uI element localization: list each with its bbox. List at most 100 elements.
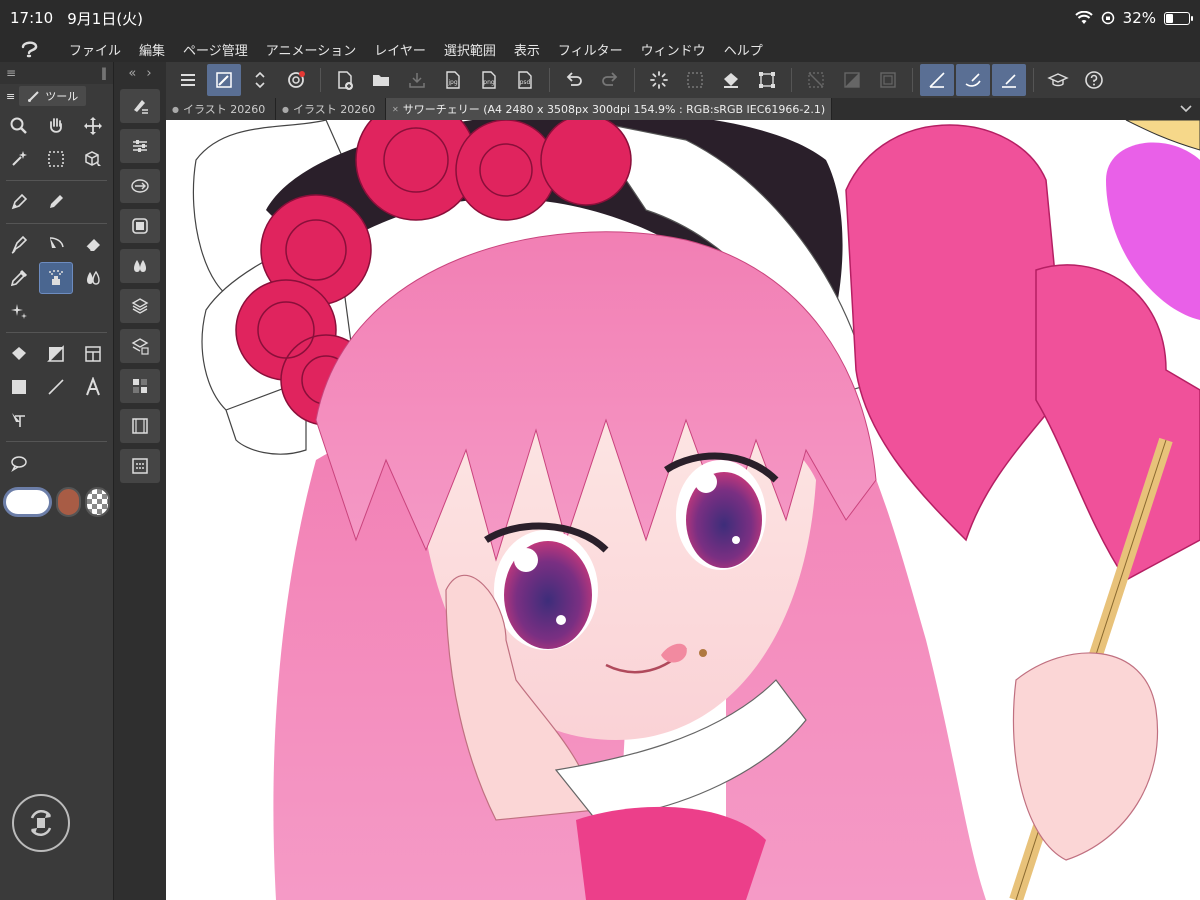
undo-icon[interactable] [557,64,591,96]
new-file-icon[interactable] [328,64,362,96]
hand-tool-icon[interactable] [39,110,73,142]
clear-selection-icon[interactable] [678,64,712,96]
menu-layer[interactable]: レイヤー [365,40,435,59]
help-icon[interactable] [1077,64,1111,96]
gradient-tool-icon[interactable] [39,338,73,370]
redo-icon[interactable] [593,64,627,96]
tool-tab[interactable]: ツール [19,86,87,106]
blend-tool-icon[interactable] [76,262,110,294]
move-tool-icon[interactable] [76,110,110,142]
main-color-swatch[interactable] [3,487,53,517]
selection-tool-icon[interactable] [39,143,73,175]
special-ruler-snap-icon[interactable] [956,64,990,96]
zoom-tool-icon[interactable] [2,110,36,142]
menu-view[interactable]: 表示 [505,40,549,59]
menu-selection[interactable]: 選択範囲 [435,40,505,59]
deselect-icon[interactable] [799,64,833,96]
invert-selection-icon[interactable] [835,64,869,96]
text-tool-icon[interactable] [76,371,110,403]
line-tool-icon[interactable] [39,371,73,403]
chevron-right-icon[interactable]: › [146,66,151,81]
wifi-icon [1074,11,1093,24]
status-time: 17:10 [10,9,54,27]
material-icon[interactable] [120,449,160,483]
vector-tool-icon[interactable] [39,229,73,261]
decoration-tool-icon[interactable] [2,295,36,327]
color-circle-icon[interactable] [120,209,160,243]
empty-slot [39,404,73,436]
sync-button[interactable] [12,794,70,852]
magic-wand-icon[interactable] [2,143,36,175]
pen-tool-icon[interactable] [2,186,36,218]
export-png-icon[interactable]: png [472,64,506,96]
status-bar: 17:10 9月1日(火) 32% [0,0,1200,36]
operation-tool-icon[interactable] [2,404,36,436]
tool-property-icon[interactable] [120,129,160,163]
transparent-color-swatch[interactable] [85,487,110,517]
app-logo-icon[interactable] [0,40,60,58]
grid-snap-icon[interactable] [992,64,1026,96]
cmd-separator [791,68,792,92]
save-icon[interactable] [400,64,434,96]
export-jpg-icon[interactable]: jpg [436,64,470,96]
open-file-icon[interactable] [364,64,398,96]
transform-icon[interactable] [750,64,784,96]
brush-tool-icon[interactable] [2,229,36,261]
timeline-icon[interactable] [120,409,160,443]
menu-window[interactable]: ウィンドウ [632,40,715,59]
document-tab-2[interactable]: ● イラスト 20260 [276,98,386,120]
brush-size-icon[interactable] [120,169,160,203]
chevron-left-icon[interactable]: « [128,66,136,81]
menu-help[interactable]: ヘルプ [715,40,772,59]
loading-icon[interactable] [642,64,676,96]
fill-command-icon[interactable] [714,64,748,96]
document-tab-1[interactable]: ● イラスト 20260 [166,98,276,120]
status-date: 9月1日(火) [67,9,144,28]
empty-slot [76,186,110,218]
orientation-lock-icon [1101,11,1114,25]
eyedropper-tool-icon[interactable] [2,262,36,294]
tutorial-icon[interactable] [1041,64,1075,96]
updown-chevron-icon[interactable] [243,64,277,96]
edit-mode-icon[interactable] [207,64,241,96]
hamburger-menu-icon[interactable] [171,64,205,96]
navigator-icon[interactable] [120,369,160,403]
notification-icon[interactable] [279,64,313,96]
artwork-illustration [192,120,1200,900]
sync-icon [30,809,52,837]
tool-grid-3 [0,227,113,329]
bow-ribbon [1035,264,1200,581]
balloon-tool-icon[interactable] [2,447,36,479]
menu-filter[interactable]: フィルター [549,40,632,59]
tab-close-icon[interactable]: ✕ [392,105,399,114]
airbrush-tool-icon[interactable] [39,262,73,294]
ruler-snap-icon[interactable] [920,64,954,96]
eraser-tool-icon[interactable] [76,229,110,261]
layer-property-icon[interactable] [120,329,160,363]
svg-text:jpg: jpg [447,79,457,86]
menu-edit[interactable]: 編集 [130,40,174,59]
drawing-canvas[interactable] [166,120,1200,900]
chevron-down-icon[interactable] [1172,98,1200,120]
document-tab-active[interactable]: ✕ サワーチェリー (A4 2480 x 3508px 300dpi 154.9%… [386,98,833,120]
fill-tool-icon[interactable] [2,338,36,370]
sub-color-swatch[interactable] [56,487,82,517]
menu-animation[interactable]: アニメーション [257,40,365,59]
export-psd-icon[interactable]: psd [508,64,542,96]
tool-panel-tab[interactable]: ≡ ツール [0,84,113,108]
panel-menu-icon[interactable]: ≡ [6,66,16,80]
frame-tool-icon[interactable] [76,338,110,370]
shape-tool-icon[interactable] [2,371,36,403]
layer-palette-icon[interactable] [120,289,160,323]
sub-tool-palette-icon[interactable] [120,89,160,123]
menu-file[interactable]: ファイル [60,40,130,59]
empty-slot [76,295,110,327]
panel-menu-small-icon[interactable]: ≡ [6,90,15,103]
object-tool-icon[interactable] [76,143,110,175]
pencil-tool-icon[interactable] [39,186,73,218]
color-mixing-icon[interactable] [120,249,160,283]
panel-grip-icon[interactable]: ‖ [101,66,107,80]
palette-collapse[interactable]: «› [114,62,166,84]
selection-border-icon[interactable] [871,64,905,96]
menu-page[interactable]: ページ管理 [174,40,257,59]
